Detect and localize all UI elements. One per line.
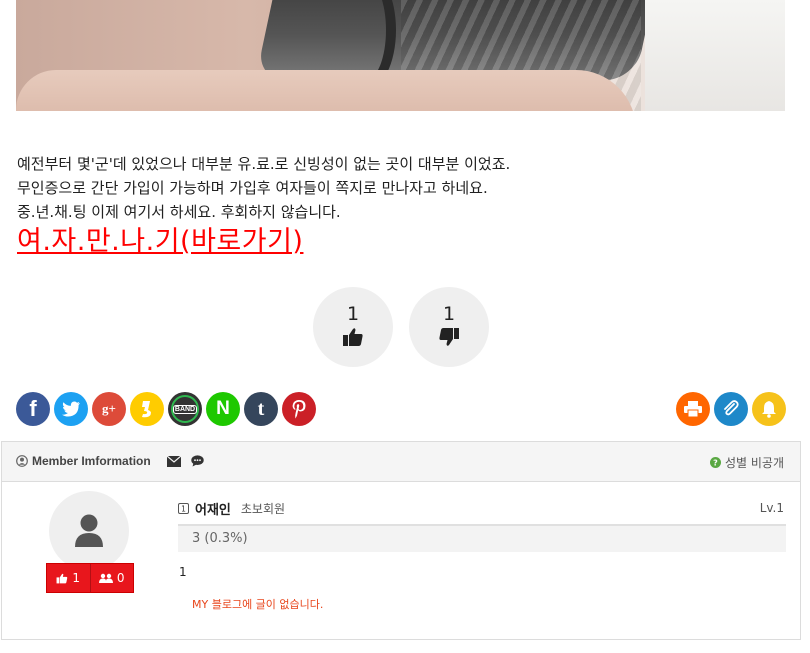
envelope-icon[interactable]: [166, 455, 181, 467]
thumbs-down-icon: [439, 328, 459, 346]
member-info-panel: Member Imformation ? 성별 비공개 1 0 1 어재인 초보…: [1, 441, 801, 640]
level-badge-icon: 1: [178, 503, 189, 514]
member-info-header: Member Imformation ? 성별 비공개: [2, 442, 800, 482]
article-line: 예전부터 몇'군'데 있었으나 대부분 유.료.로 신빙성이 없는 곳이 대부분…: [17, 155, 511, 173]
pinterest-share-button[interactable]: [282, 392, 316, 426]
user-circle-icon: [16, 455, 28, 467]
member-level: Lv.1: [759, 501, 784, 515]
chat-bubble-icon[interactable]: [190, 455, 204, 467]
recommend-count: 1: [72, 571, 81, 585]
member-name-row: 1 어재인 초보회원: [178, 499, 285, 518]
like-button[interactable]: 1: [313, 287, 393, 367]
article-body: 예전부터 몇'군'데 있었으나 대부분 유.료.로 신빙성이 없는 곳이 대부분…: [17, 152, 797, 260]
facebook-share-button[interactable]: f: [16, 392, 50, 426]
scrap-button[interactable]: [714, 392, 748, 426]
twitter-share-button[interactable]: [54, 392, 88, 426]
article-line: 중.년.채.팅 이제 여기서 하세요. 후회하지 않습니다.: [17, 203, 341, 221]
twitter-icon: [62, 401, 80, 417]
kakaostory-icon: [142, 401, 151, 418]
recommend-stat[interactable]: 1: [47, 564, 91, 592]
dislike-button[interactable]: 1: [409, 287, 489, 367]
naver-share-button[interactable]: N: [206, 392, 240, 426]
svg-text:1: 1: [181, 505, 186, 514]
print-icon: [684, 401, 702, 417]
follower-stat[interactable]: 0: [91, 564, 134, 592]
gender-label: 성별 비공개: [724, 456, 784, 470]
follower-count: 0: [116, 571, 125, 585]
tumblr-share-button[interactable]: t: [244, 392, 278, 426]
dislike-count: 1: [442, 303, 456, 325]
band-icon: BAND: [172, 404, 198, 414]
article-photo: [16, 0, 785, 111]
print-button[interactable]: [676, 392, 710, 426]
pinterest-icon: [292, 400, 306, 419]
level-progress-bar: 3 (0.3%): [178, 524, 786, 552]
member-info-title: Member Imformation: [32, 454, 151, 468]
bell-icon: [762, 401, 776, 418]
avatar: [49, 491, 129, 571]
naver-icon: N: [216, 398, 230, 419]
google-plus-icon: g+: [102, 401, 116, 416]
google-plus-share-button[interactable]: g+: [92, 392, 126, 426]
kakaostory-share-button[interactable]: [130, 392, 164, 426]
band-share-button[interactable]: BAND: [168, 392, 202, 426]
thumbs-up-icon: [343, 328, 363, 346]
notify-button[interactable]: [752, 392, 786, 426]
tumblr-icon: t: [257, 397, 265, 420]
article-line: 무인증으로 간단 가입이 가능하며 가입후 여자들이 쪽지로 만나자고 하네요.: [17, 179, 488, 197]
question-circle-icon: ?: [709, 457, 721, 468]
users-icon: [98, 573, 113, 583]
blog-empty-message: MY 블로그에 글이 없습니다.: [192, 598, 324, 611]
member-points: 1: [179, 565, 187, 579]
facebook-icon: f: [29, 396, 37, 421]
paperclip-icon: [724, 400, 739, 416]
user-icon: [75, 514, 103, 547]
like-count: 1: [346, 303, 360, 325]
external-link[interactable]: 여.자.만.나.기(바로가기): [17, 224, 303, 260]
member-name[interactable]: 어재인: [195, 499, 231, 518]
svg-text:?: ?: [713, 459, 718, 468]
member-stats: 1 0: [46, 563, 134, 593]
member-grade: 초보회원: [240, 502, 286, 516]
thumbs-up-icon: [56, 573, 68, 583]
